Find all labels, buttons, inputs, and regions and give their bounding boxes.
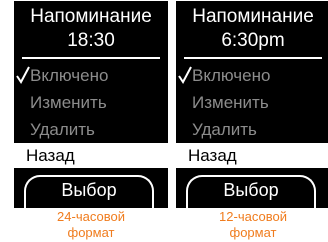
menu-item-label: Удалить xyxy=(30,120,95,139)
menu-item-edit[interactable]: Изменить xyxy=(176,90,328,115)
select-softkey-button[interactable]: Выбор xyxy=(24,175,154,208)
device-screen-12h: Напоминание 6:30pm Включено Изменить Уда… xyxy=(176,1,328,208)
reminder-time: 18:30 xyxy=(67,30,115,51)
comparison-figure: Напоминание 18:30 Включено Изменить Удал… xyxy=(0,0,328,242)
menu-item-label: Включено xyxy=(30,66,109,85)
menu-item-back[interactable]: Назад xyxy=(176,143,328,168)
menu-item-label: Назад xyxy=(188,146,237,165)
menu-item-delete[interactable]: Удалить xyxy=(14,117,168,142)
screen-title: Напоминание xyxy=(192,6,314,27)
menu-item-label: Изменить xyxy=(192,93,269,112)
menu-item-label: Назад xyxy=(26,146,75,165)
menu-item-edit[interactable]: Изменить xyxy=(14,90,168,115)
menu-item-label: Включено xyxy=(192,66,271,85)
device-screen-24h: Напоминание 18:30 Включено Изменить Удал… xyxy=(14,1,168,208)
caption-line: 12-часовой xyxy=(219,209,287,224)
menu-item-back[interactable]: Назад xyxy=(14,143,168,168)
reminder-time: 6:30pm xyxy=(221,30,285,51)
caption-line: 24-часовой xyxy=(57,209,125,224)
menu-item-label: Изменить xyxy=(30,93,107,112)
menu-item-enabled[interactable]: Включено xyxy=(14,63,168,88)
divider xyxy=(184,57,322,59)
caption-line: формат xyxy=(67,225,115,240)
caption-24h: 24-часовой формат xyxy=(14,209,168,241)
caption-line: формат xyxy=(229,225,277,240)
screen-title: Напоминание xyxy=(30,6,152,27)
menu-item-delete[interactable]: Удалить xyxy=(176,117,328,142)
checkmark-icon xyxy=(16,66,30,84)
caption-12h: 12-часовой формат xyxy=(176,209,328,241)
select-softkey-button[interactable]: Выбор xyxy=(186,175,316,208)
menu-item-label: Удалить xyxy=(192,120,257,139)
checkmark-icon xyxy=(178,66,192,84)
divider xyxy=(22,57,160,59)
menu-item-enabled[interactable]: Включено xyxy=(176,63,328,88)
